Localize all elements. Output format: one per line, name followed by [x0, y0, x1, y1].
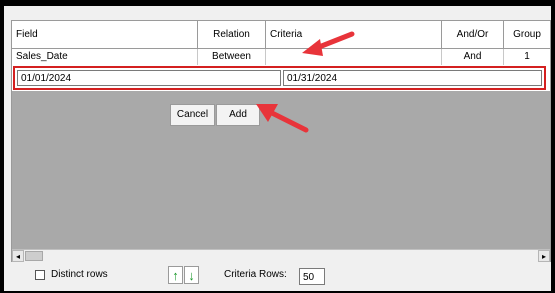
cell-relation[interactable]: Between: [198, 49, 266, 65]
horizontal-scrollbar[interactable]: ◂ ▸: [12, 249, 550, 262]
criteria-rows-label: Criteria Rows:: [224, 269, 287, 280]
column-header-group[interactable]: Group: [504, 21, 550, 48]
distinct-rows-label: Distinct rows: [51, 269, 108, 280]
options-bar: Distinct rows ↑ ↓ Criteria Rows: 50: [11, 262, 549, 290]
green-up-arrow-icon[interactable]: ↑: [168, 266, 183, 284]
cell-group[interactable]: 1: [504, 49, 550, 65]
criteria-grid: Field Relation Criteria And/Or Group Sal…: [11, 20, 551, 262]
criteria-rows-input[interactable]: 50: [299, 268, 325, 285]
column-header-and-or[interactable]: And/Or: [442, 21, 504, 48]
between-criteria-editor: 01/01/2024 01/31/2024: [13, 66, 546, 90]
cell-field[interactable]: Sales_Date: [12, 49, 198, 65]
column-header-relation[interactable]: Relation: [198, 21, 266, 48]
to-date-input[interactable]: 01/31/2024: [283, 70, 542, 86]
cell-and-or[interactable]: And: [442, 49, 504, 65]
distinct-rows-checkbox[interactable]: [35, 270, 45, 280]
red-annotation-arrow: [302, 31, 355, 56]
green-down-arrow-icon[interactable]: ↓: [184, 266, 199, 284]
scroll-left-icon[interactable]: ◂: [12, 250, 24, 262]
grid-header: Field Relation Criteria And/Or Group: [12, 21, 550, 49]
cancel-button[interactable]: Cancel: [170, 104, 215, 126]
from-date-input[interactable]: 01/01/2024: [17, 70, 281, 86]
red-annotation-arrow: [256, 104, 309, 133]
column-header-field[interactable]: Field: [12, 21, 198, 48]
query-criteria-window: Field Relation Criteria And/Or Group Sal…: [4, 6, 551, 291]
scroll-right-icon[interactable]: ▸: [538, 250, 550, 262]
scroll-thumb[interactable]: [25, 251, 43, 261]
table-row[interactable]: Sales_Date Between And 1: [12, 49, 550, 65]
